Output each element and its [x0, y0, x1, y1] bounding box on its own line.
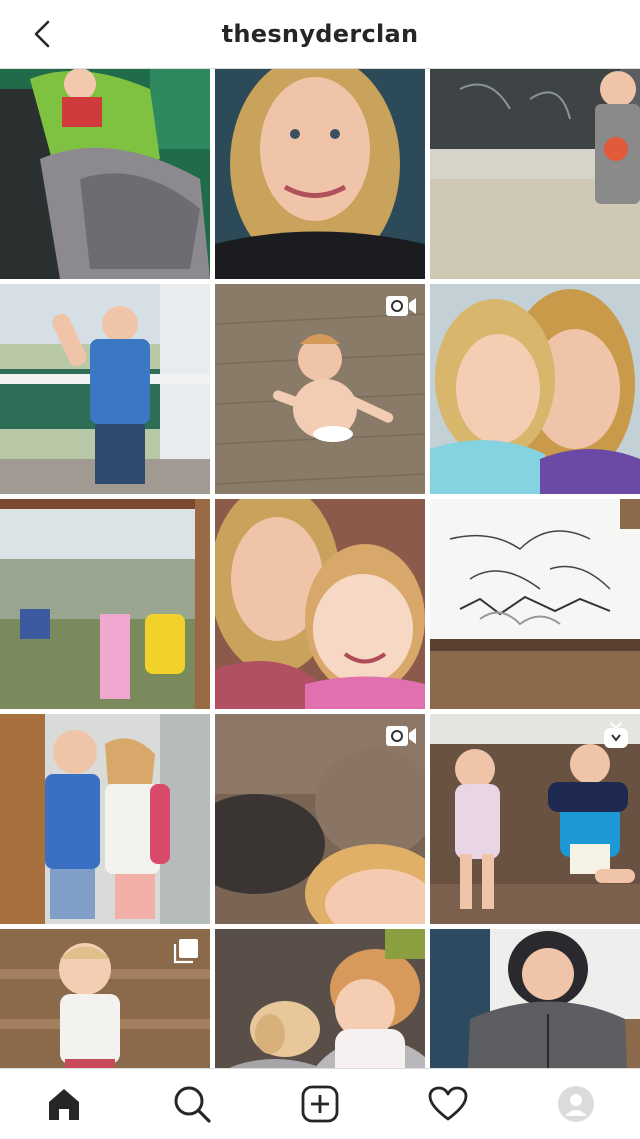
post-tile[interactable]: [430, 714, 640, 924]
post-image: [430, 69, 640, 279]
video-camera-icon: [386, 726, 416, 746]
igtv-icon: [604, 722, 628, 748]
post-tile[interactable]: [215, 714, 425, 924]
post-tile[interactable]: [0, 499, 210, 709]
post-image: [215, 499, 425, 709]
multiple-photos-icon: [173, 939, 198, 964]
post-image: [0, 284, 210, 494]
carousel-badge: [170, 937, 202, 965]
post-image: [215, 929, 425, 1068]
post-tile[interactable]: [0, 284, 210, 494]
video-camera-icon: [386, 296, 416, 316]
nav-search-button[interactable]: [162, 1074, 222, 1134]
post-tile[interactable]: [430, 69, 640, 279]
post-tile[interactable]: [215, 499, 425, 709]
home-icon: [49, 1089, 79, 1120]
nav-new-post-button[interactable]: [290, 1074, 350, 1134]
post-image: [430, 929, 640, 1068]
chevron-left-icon: [34, 20, 50, 48]
post-tile[interactable]: [215, 284, 425, 494]
post-tile[interactable]: [215, 69, 425, 279]
profile-username: thesnyderclan: [221, 20, 419, 48]
profile-avatar-icon: [558, 1086, 594, 1122]
back-button[interactable]: [22, 14, 62, 54]
nav-activity-button[interactable]: [418, 1074, 478, 1134]
search-icon: [174, 1086, 211, 1123]
post-tile[interactable]: [0, 929, 210, 1068]
post-tile[interactable]: [0, 714, 210, 924]
post-image: [430, 284, 640, 494]
nav-profile-button[interactable]: [546, 1074, 606, 1134]
post-image: [0, 499, 210, 709]
video-badge: [385, 722, 417, 750]
post-tile[interactable]: [430, 929, 640, 1068]
nav-home-button[interactable]: [34, 1074, 94, 1134]
igtv-badge: [600, 722, 632, 750]
bottom-navigation-bar: [0, 1068, 640, 1139]
post-tile[interactable]: [215, 929, 425, 1068]
post-tile[interactable]: [0, 69, 210, 279]
video-badge: [385, 292, 417, 320]
post-image: [0, 714, 210, 924]
new-post-icon: [301, 1085, 339, 1123]
post-tile[interactable]: [430, 284, 640, 494]
post-image: [215, 69, 425, 279]
posts-grid: [0, 69, 640, 1068]
post-tile[interactable]: [430, 499, 640, 709]
profile-header: thesnyderclan: [0, 0, 640, 69]
activity-heart-icon: [428, 1086, 468, 1121]
post-image: [0, 69, 210, 279]
post-image: [430, 499, 640, 709]
